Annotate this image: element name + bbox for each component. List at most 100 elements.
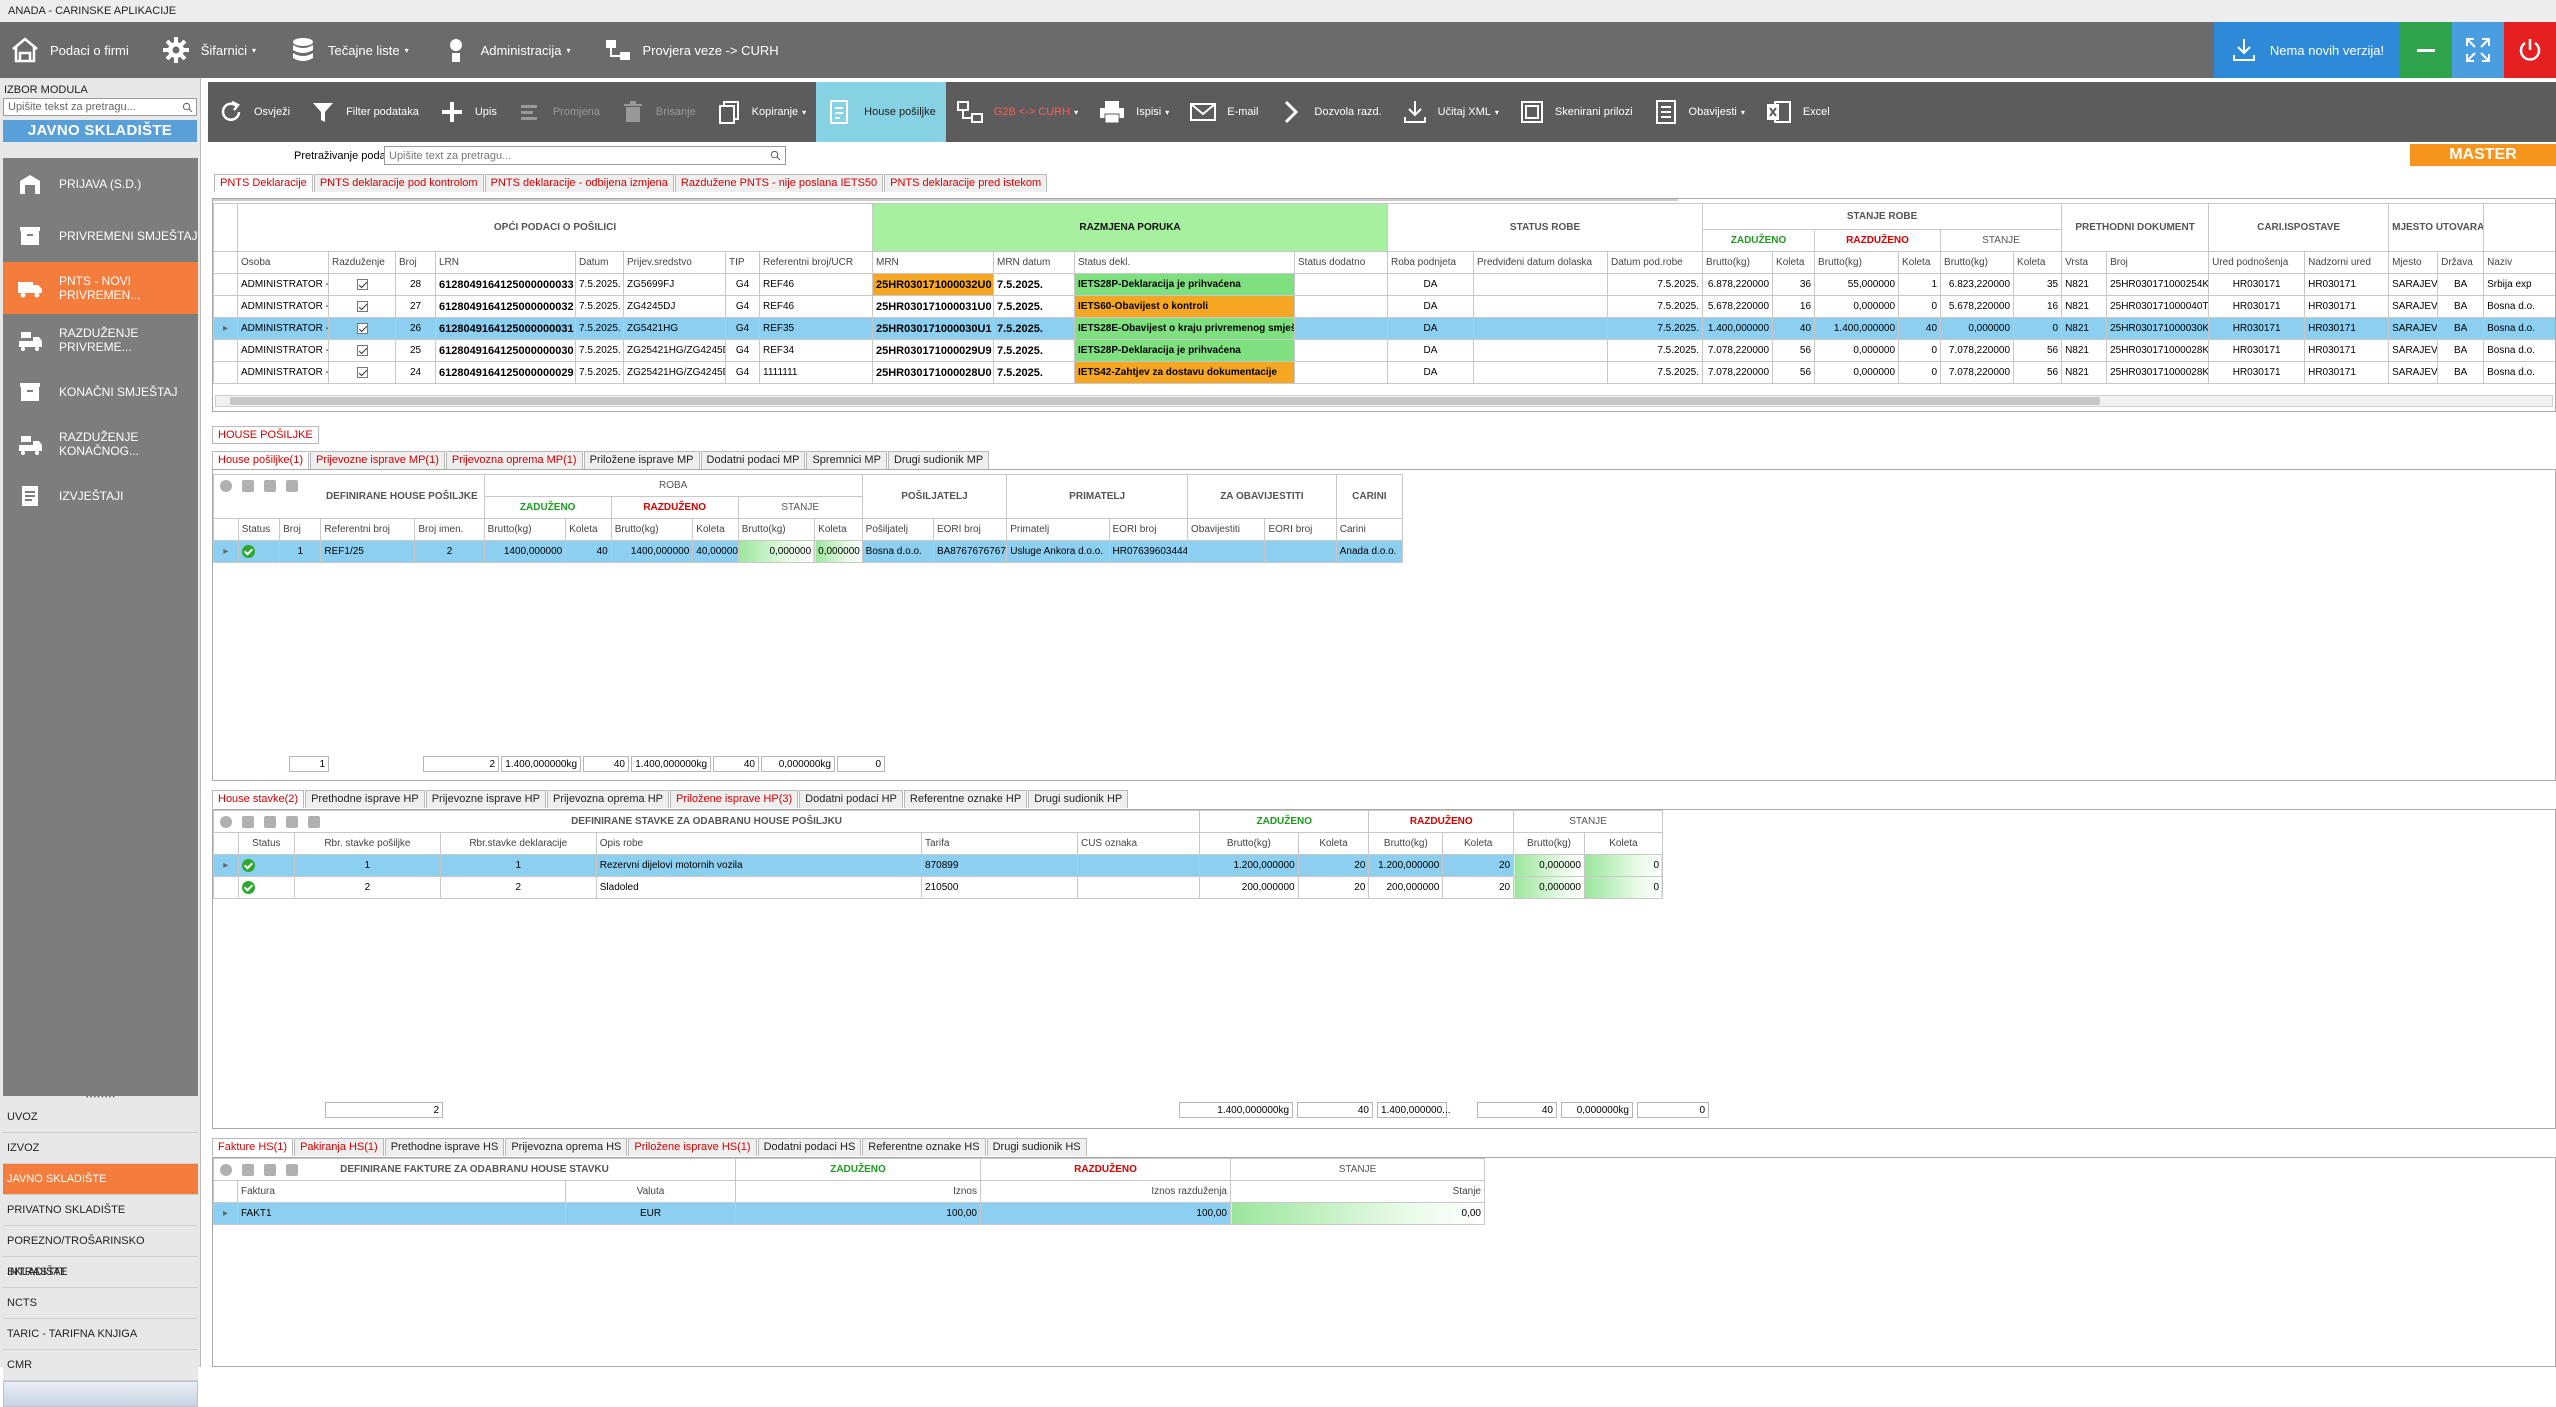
column-header[interactable]: Datum (576, 252, 624, 274)
column-header[interactable]: Iznos (736, 1181, 981, 1203)
edit-button[interactable]: Promjena (507, 82, 610, 142)
column-header[interactable]: LRN (436, 252, 576, 274)
column-header[interactable]: Vrsta (2062, 252, 2107, 274)
column-header[interactable]: Tarifa (922, 833, 1078, 855)
column-header[interactable]: Koleta (1298, 833, 1369, 855)
menu-item-pnts[interactable]: PNTS - NOVI PRIVREMEN... (3, 262, 198, 314)
column-header[interactable]: Broj (2107, 252, 2209, 274)
column-header[interactable]: Obavijestiti (1188, 519, 1265, 541)
column-header[interactable]: Pošiljatelj (862, 519, 933, 541)
delete-button[interactable]: Brisanje (610, 82, 706, 142)
table-row[interactable]: ▸11Rezervni dijelovi motornih vozila8708… (214, 855, 1663, 877)
table-row[interactable]: ADMINISTRATOR -2561280491641250000000307… (214, 340, 2556, 362)
tab-pakiranja-hs[interactable]: Pakiranja HS(1) (294, 1138, 384, 1156)
column-header[interactable]: Broj imen. (415, 519, 484, 541)
power-button[interactable] (2504, 22, 2556, 78)
refresh-button[interactable]: Osvježi (208, 82, 300, 142)
column-header[interactable]: Carini (1336, 519, 1402, 541)
column-header[interactable]: Iznos razduženja (981, 1181, 1231, 1203)
module-ncts[interactable]: NCTS (3, 1288, 198, 1319)
column-header[interactable]: TIP (726, 252, 760, 274)
tab-prilozene-isprave-mp[interactable]: Priložene isprave MP (584, 451, 700, 469)
nav-sifarnici[interactable]: Šifarnici▾ (161, 22, 256, 78)
razduzenje-checkbox[interactable] (357, 279, 368, 290)
column-header[interactable]: EORI broj (1109, 519, 1188, 541)
master-hscrollbar[interactable] (215, 395, 2553, 407)
module-cmr[interactable]: CMR (3, 1350, 198, 1381)
tab-house-posiljke[interactable]: House pošiljke(1) (212, 451, 309, 469)
tab-pnts-pred-istekom[interactable]: PNTS deklaracije pred istekom (884, 174, 1047, 192)
table-row[interactable]: ADMINISTRATOR -2461280491641250000000297… (214, 362, 2556, 384)
column-header[interactable]: Faktura (238, 1181, 566, 1203)
row-indicator[interactable]: ▸ (214, 541, 239, 563)
tab-prijevozne-isprave-hp[interactable]: Prijevozne isprave HP (426, 790, 546, 808)
tab-drugi-sudionik-hp[interactable]: Drugi sudionik HP (1028, 790, 1128, 808)
add-button[interactable]: Upis (429, 82, 507, 142)
search-input[interactable]: Upišite text za pretragu... (384, 146, 786, 165)
tab-prethodne-isprave-hp[interactable]: Prethodne isprave HP (305, 790, 425, 808)
table-row[interactable]: ▸FAKT1EUR100,00100,000,00 (214, 1203, 1485, 1225)
tab-pnts-odbijena[interactable]: PNTS deklaracije - odbijena izmjena (485, 174, 674, 192)
column-header[interactable]: Osoba (238, 252, 329, 274)
column-header[interactable]: Brutto(kg) (1815, 252, 1899, 274)
column-header[interactable]: Brutto(kg) (738, 519, 814, 541)
column-header[interactable]: Nadzorni ured (2305, 252, 2389, 274)
column-header[interactable]: Koleta (1773, 252, 1815, 274)
column-header[interactable]: Status (238, 519, 279, 541)
scroll-thumb[interactable] (230, 397, 2100, 405)
column-header[interactable]: Valuta (566, 1181, 736, 1203)
menu-item-privremeni-smjestaj[interactable]: PRIVREMENI SMJEŠTAJ (3, 210, 198, 262)
menu-item-konacni-smjestaj[interactable]: KONAČNI SMJEŠTAJ (3, 366, 198, 418)
module-izvoz[interactable]: IZVOZ (3, 1133, 198, 1164)
tab-razduzene-pnts[interactable]: Razdužene PNTS - nije poslana IETS50 (675, 174, 883, 192)
tab-prilozene-isprave-hp[interactable]: Priložene isprave HP(3) (670, 790, 798, 808)
tab-prethodne-isprave-hs[interactable]: Prethodne isprave HS (385, 1138, 505, 1156)
column-header[interactable]: Status (238, 833, 294, 855)
column-header[interactable]: Predviđeni datum dolaska (1474, 252, 1608, 274)
column-header[interactable]: Koleta (2014, 252, 2062, 274)
column-header[interactable]: Mjesto (2389, 252, 2438, 274)
tab-dodatni-podaci-hs[interactable]: Dodatni podaci HS (758, 1138, 862, 1156)
column-header[interactable]: Naziv (2484, 252, 2556, 274)
tab-dodatni-podaci-mp[interactable]: Dodatni podaci MP (701, 451, 806, 469)
module-porezno-skladiste[interactable]: POREZNO/TROŠARINSKO SKLADIŠTE (3, 1226, 198, 1257)
row-indicator[interactable] (214, 274, 238, 296)
module-uvoz[interactable]: UVOZ (3, 1102, 198, 1133)
tab-referentne-oznake-hp[interactable]: Referentne oznake HP (904, 790, 1027, 808)
column-header[interactable]: Rbr.stavke deklaracije (440, 833, 596, 855)
row-indicator[interactable] (214, 296, 238, 318)
row-indicator[interactable]: ▸ (214, 855, 239, 877)
table-row[interactable]: ADMINISTRATOR -2861280491641250000000337… (214, 274, 2556, 296)
table-row[interactable]: ADMINISTRATOR -2761280491641250000000327… (214, 296, 2556, 318)
column-header[interactable]: MRN datum (994, 252, 1075, 274)
tab-prijevozna-oprema-hp[interactable]: Prijevozna oprema HP (547, 790, 669, 808)
razduzenje-checkbox[interactable] (357, 301, 368, 312)
column-header[interactable]: Koleta (1899, 252, 1941, 274)
column-header[interactable]: Država (2438, 252, 2484, 274)
tab-dodatni-podaci-hp[interactable]: Dodatni podaci HP (799, 790, 903, 808)
row-indicator[interactable] (214, 877, 239, 899)
tab-prilozene-isprave-hs[interactable]: Priložene isprave HS(1) (628, 1138, 756, 1156)
nav-provjera-veze[interactable]: Provjera veze -> CURH (603, 22, 779, 78)
column-header[interactable]: Referentni broj (321, 519, 415, 541)
razduzenje-checkbox[interactable] (357, 323, 368, 334)
tab-pnts-deklaracije[interactable]: PNTS Deklaracije (214, 174, 313, 192)
column-header[interactable]: Primatelj (1007, 519, 1109, 541)
menu-item-razduzenje-privremenog[interactable]: RAZDUŽENJE PRIVREME... (3, 314, 198, 366)
print-button[interactable]: Ispisi▾ (1088, 82, 1179, 142)
house-posiljke-button[interactable]: House pošiljke (816, 82, 946, 142)
menu-item-prijava[interactable]: PRIJAVA (S.D.) (3, 158, 198, 210)
excel-button[interactable]: Excel (1755, 82, 1840, 142)
column-header[interactable]: Koleta (1584, 833, 1662, 855)
tab-house-stavke[interactable]: House stavke(2) (212, 790, 304, 808)
column-header[interactable]: Brutto(kg) (1369, 833, 1443, 855)
column-header[interactable]: Koleta (815, 519, 863, 541)
column-header[interactable]: Broj (280, 519, 321, 541)
column-header[interactable]: Prijev.sredstvo (624, 252, 726, 274)
dozvola-razd-button[interactable]: Dozvola razd. (1268, 82, 1391, 142)
module-javno-skladiste[interactable]: JAVNO SKLADIŠTE (3, 1164, 198, 1195)
nav-tecajne-liste[interactable]: Tečajne liste▾ (288, 22, 409, 78)
razduzenje-checkbox[interactable] (357, 367, 368, 378)
column-header[interactable]: Brutto(kg) (611, 519, 693, 541)
column-header[interactable]: Opis robe (596, 833, 921, 855)
